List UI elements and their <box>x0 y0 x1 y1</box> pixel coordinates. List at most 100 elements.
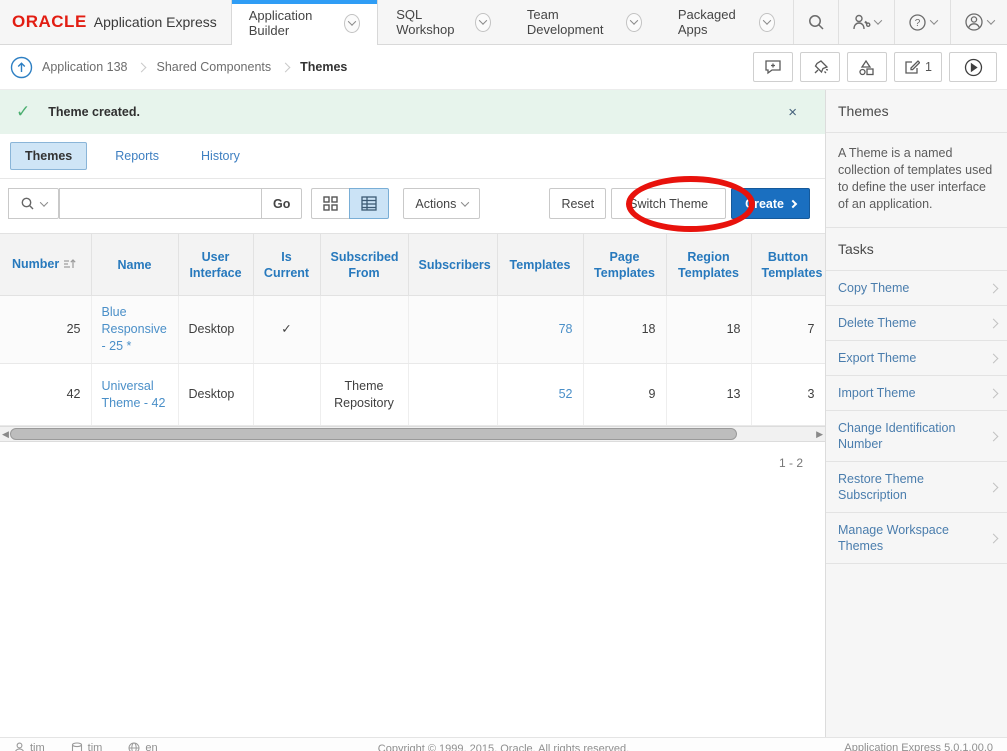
column-header-region-templates[interactable]: Region Templates <box>666 234 751 296</box>
task-restore-theme-subscription[interactable]: Restore Theme Subscription <box>826 462 1007 513</box>
templates-link[interactable]: 52 <box>559 387 573 401</box>
cell-page-templates: 18 <box>583 296 666 364</box>
column-header-user-interface[interactable]: User Interface <box>178 234 253 296</box>
cell-button-templates: 3 <box>751 364 825 426</box>
sidebar-about-text: A Theme is a named collection of templat… <box>826 133 1007 228</box>
chevron-right-icon <box>989 318 999 328</box>
theme-roller-button[interactable] <box>800 52 840 82</box>
banner-close-icon[interactable]: × <box>788 104 797 121</box>
task-label: Manage Workspace Themes <box>838 522 968 554</box>
breadcrumb-app[interactable]: Application 138 <box>42 60 127 74</box>
cell-user-interface: Desktop <box>178 296 253 364</box>
scroll-left-arrow-icon[interactable]: ◀ <box>2 429 9 440</box>
column-header-templates[interactable]: Templates <box>497 234 583 296</box>
cell-templates: 78 <box>497 296 583 364</box>
up-level-icon[interactable] <box>10 56 33 79</box>
reset-button[interactable]: Reset <box>549 188 606 219</box>
breadcrumb-bar: Application 138 Shared Components Themes <box>0 45 1007 90</box>
column-header-number[interactable]: Number <box>0 234 91 296</box>
chevron-down-icon <box>461 198 469 206</box>
tab-history[interactable]: History <box>187 143 254 169</box>
search-icon <box>20 196 35 211</box>
report-toolbar: Go Actions Reset <box>0 179 825 228</box>
nav-tab-sql-workshop[interactable]: SQL Workshop <box>378 0 509 44</box>
chevron-down-icon[interactable] <box>759 13 775 32</box>
report-view-icon <box>361 196 377 211</box>
breadcrumb-separator-icon <box>281 62 291 72</box>
chevron-right-icon <box>989 482 999 492</box>
cell-region-templates: 18 <box>666 296 751 364</box>
theme-link[interactable]: Blue Responsive - 25 * <box>102 305 167 353</box>
view-toggle <box>311 188 389 219</box>
nav-tab-packaged-apps[interactable]: Packaged Apps <box>660 0 793 44</box>
report-view-button[interactable] <box>349 188 389 219</box>
create-button[interactable]: Create <box>731 188 810 219</box>
edit-page-button[interactable]: 1 <box>894 52 942 82</box>
task-label: Copy Theme <box>838 280 909 296</box>
sidebar-tasks-title: Tasks <box>826 228 1007 271</box>
footer-version: Application Express 5.0.1.00.0 <box>836 742 993 751</box>
chevron-right-icon <box>789 199 797 207</box>
oracle-logo: ORACLE <box>12 12 87 32</box>
theme-link[interactable]: Universal Theme - 42 <box>102 379 166 410</box>
scroll-right-arrow-icon[interactable]: ▶ <box>816 429 823 440</box>
column-header-subscribed-from[interactable]: Subscribed From <box>320 234 408 296</box>
task-change-identification-number[interactable]: Change Identification Number <box>826 411 1007 462</box>
search-icon[interactable] <box>793 0 838 44</box>
nav-tabs: Application Builder SQL Workshop Team De… <box>231 0 793 44</box>
chevron-down-icon[interactable] <box>626 13 642 32</box>
tab-themes[interactable]: Themes <box>10 142 87 170</box>
run-application-button[interactable] <box>949 52 997 82</box>
search-input[interactable] <box>59 188 261 219</box>
scrollbar-thumb[interactable] <box>10 428 737 440</box>
actions-menu-button[interactable]: Actions <box>403 188 480 219</box>
task-delete-theme[interactable]: Delete Theme <box>826 306 1007 341</box>
cell-region-templates: 13 <box>666 364 751 426</box>
success-banner: ✓ Theme created. × <box>0 90 825 134</box>
chevron-down-icon <box>930 16 938 24</box>
horizontal-scrollbar[interactable]: ◀ ▶ <box>0 426 825 442</box>
chevron-down-icon[interactable] <box>344 14 360 33</box>
feedback-button[interactable] <box>753 52 793 82</box>
column-header-button-templates[interactable]: Button Templates <box>751 234 825 296</box>
pagination: 1 - 2 <box>0 442 825 470</box>
edit-icon <box>904 59 920 75</box>
task-copy-theme[interactable]: Copy Theme <box>826 271 1007 306</box>
sort-ascending-icon <box>63 258 76 274</box>
breadcrumb-shared-components[interactable]: Shared Components <box>156 60 271 74</box>
task-export-theme[interactable]: Export Theme <box>826 341 1007 376</box>
main-content: ✓ Theme created. × Themes Reports Histor… <box>0 90 825 737</box>
nav-tab-label: Application Builder <box>249 8 337 38</box>
switch-theme-button[interactable]: Switch Theme <box>611 188 726 219</box>
cell-subscribers <box>408 296 497 364</box>
column-header-subscribers[interactable]: Subscribers <box>408 234 497 296</box>
task-import-theme[interactable]: Import Theme <box>826 376 1007 411</box>
nav-tab-label: Team Development <box>527 7 618 37</box>
chevron-down-icon <box>987 16 995 24</box>
chevron-down-icon[interactable] <box>475 13 491 32</box>
icon-view-button[interactable] <box>311 188 349 219</box>
table-row: 25 Blue Responsive - 25 * Desktop ✓ 78 1… <box>0 296 825 364</box>
tab-reports[interactable]: Reports <box>101 143 173 169</box>
task-manage-workspace-themes[interactable]: Manage Workspace Themes <box>826 513 1007 564</box>
nav-tab-application-builder[interactable]: Application Builder <box>231 0 378 46</box>
column-header-page-templates[interactable]: Page Templates <box>583 234 666 296</box>
column-header-is-current[interactable]: Is Current <box>253 234 320 296</box>
templates-link[interactable]: 78 <box>559 322 573 336</box>
product-name: Application Express <box>94 14 217 30</box>
nav-tab-team-development[interactable]: Team Development <box>509 0 660 44</box>
account-icon[interactable] <box>950 0 1007 44</box>
right-sidebar: Themes A Theme is a named collection of … <box>825 90 1007 737</box>
chevron-right-icon <box>989 431 999 441</box>
table-row: 42 Universal Theme - 42 Desktop Theme Re… <box>0 364 825 426</box>
nav-tab-label: SQL Workshop <box>396 7 467 37</box>
shared-components-button[interactable] <box>847 52 887 82</box>
cell-name: Blue Responsive - 25 * <box>91 296 178 364</box>
help-icon[interactable]: ? <box>894 0 950 44</box>
column-header-name[interactable]: Name <box>91 234 178 296</box>
go-button[interactable]: Go <box>261 188 302 219</box>
administration-icon[interactable] <box>838 0 894 44</box>
search-column-selector[interactable] <box>8 188 59 219</box>
success-message: Theme created. <box>48 105 140 119</box>
breadcrumb-current: Themes <box>300 60 347 74</box>
